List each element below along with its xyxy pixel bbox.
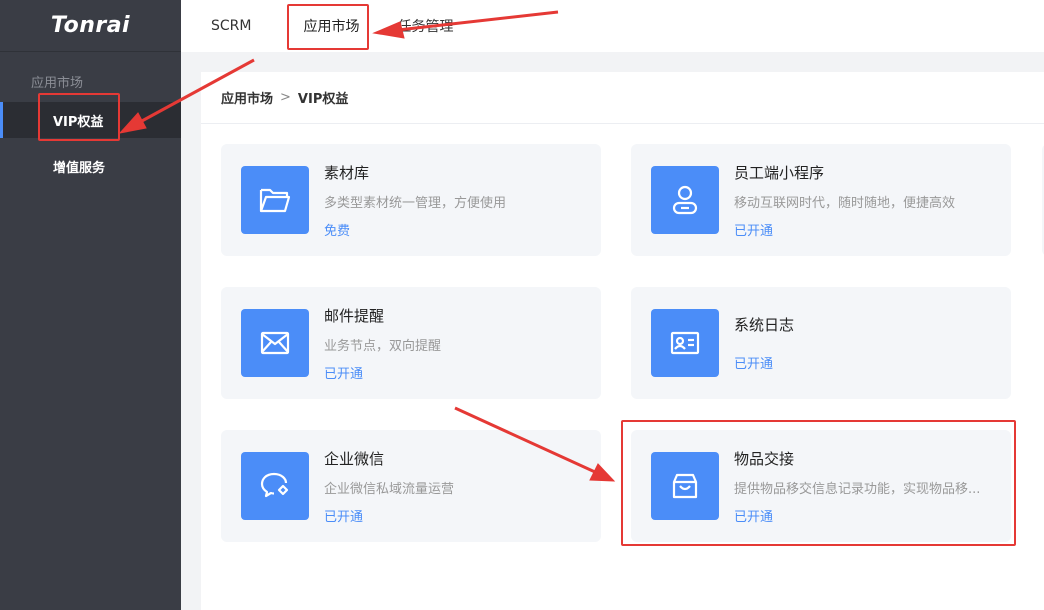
app-card-employee-miniprogram[interactable]: 员工端小程序 移动互联网时代，随时随地，便捷高效 已开通 xyxy=(631,144,1011,256)
card-status: 免费 xyxy=(324,223,351,239)
card-desc: 提供物品移交信息记录功能，实现物品移... xyxy=(734,481,981,497)
sidebar-item-vip[interactable]: VIP权益 xyxy=(0,102,181,138)
top-navigation: SCRM 应用市场 任务管理 xyxy=(181,0,1044,52)
sidebar-item-label: VIP权益 xyxy=(53,114,104,130)
card-desc: 移动互联网时代，随时随地，便捷高效 xyxy=(734,195,956,211)
main-panel: 应用市场 > VIP权益 素材库 多类型素材统一管理，方便使用 免费 员工端小程… xyxy=(201,72,1044,610)
card-title: 员工端小程序 xyxy=(734,163,825,182)
tab-label: SCRM xyxy=(211,18,252,34)
brand-logo[interactable]: Tonrai xyxy=(0,0,181,52)
tab-task-management[interactable]: 任务管理 xyxy=(387,0,483,52)
folder-icon xyxy=(241,166,309,234)
mail-icon xyxy=(241,309,309,377)
sidebar-item-label: 增值服务 xyxy=(53,160,106,176)
tab-label: 任务管理 xyxy=(397,19,454,35)
card-status: 已开通 xyxy=(324,366,364,382)
card-title: 企业微信 xyxy=(324,449,385,468)
card-title: 邮件提醒 xyxy=(324,306,385,325)
card-desc: 业务节点，双向提醒 xyxy=(324,338,442,354)
card-status: 已开通 xyxy=(734,357,774,372)
card-desc: 企业微信私域流量运营 xyxy=(324,481,455,497)
app-card-item-handover[interactable]: 物品交接 提供物品移交信息记录功能，实现物品移... 已开通 xyxy=(631,430,1011,542)
user-badge-icon xyxy=(651,166,719,234)
tab-scrm[interactable]: SCRM xyxy=(181,0,281,52)
card-status: 已开通 xyxy=(734,223,774,239)
sidebar: Tonrai 应用市场 VIP权益 增值服务 xyxy=(0,0,181,610)
breadcrumb-root[interactable]: 应用市场 xyxy=(221,88,273,107)
box-icon xyxy=(651,452,719,520)
tab-app-market[interactable]: 应用市场 xyxy=(281,0,387,52)
sidebar-item-value-added[interactable]: 增值服务 xyxy=(0,148,181,184)
tab-label: 应用市场 xyxy=(303,19,360,35)
id-card-icon xyxy=(651,309,719,377)
app-card-system-log[interactable]: 系统日志 已开通 xyxy=(631,287,1011,399)
card-title: 素材库 xyxy=(324,163,370,182)
card-desc: 多类型素材统一管理，方便使用 xyxy=(324,195,507,211)
card-status: 已开通 xyxy=(324,509,364,525)
card-status: 已开通 xyxy=(734,509,774,525)
wechat-bubble-icon xyxy=(241,452,309,520)
sidebar-group-label: 应用市场 xyxy=(31,76,84,91)
brand-name: Tonrai xyxy=(50,13,131,38)
breadcrumb-current: VIP权益 xyxy=(297,92,349,107)
app-card-material-library[interactable]: 素材库 多类型素材统一管理，方便使用 免费 xyxy=(221,144,601,256)
app-card-mail-reminder[interactable]: 邮件提醒 业务节点，双向提醒 已开通 xyxy=(221,287,601,399)
breadcrumb: 应用市场 > VIP权益 xyxy=(201,72,1044,124)
card-title: 系统日志 xyxy=(734,316,795,334)
card-title: 物品交接 xyxy=(734,449,795,468)
app-card-wecom[interactable]: 企业微信 企业微信私域流量运营 已开通 xyxy=(221,430,601,542)
breadcrumb-separator: > xyxy=(280,90,291,105)
